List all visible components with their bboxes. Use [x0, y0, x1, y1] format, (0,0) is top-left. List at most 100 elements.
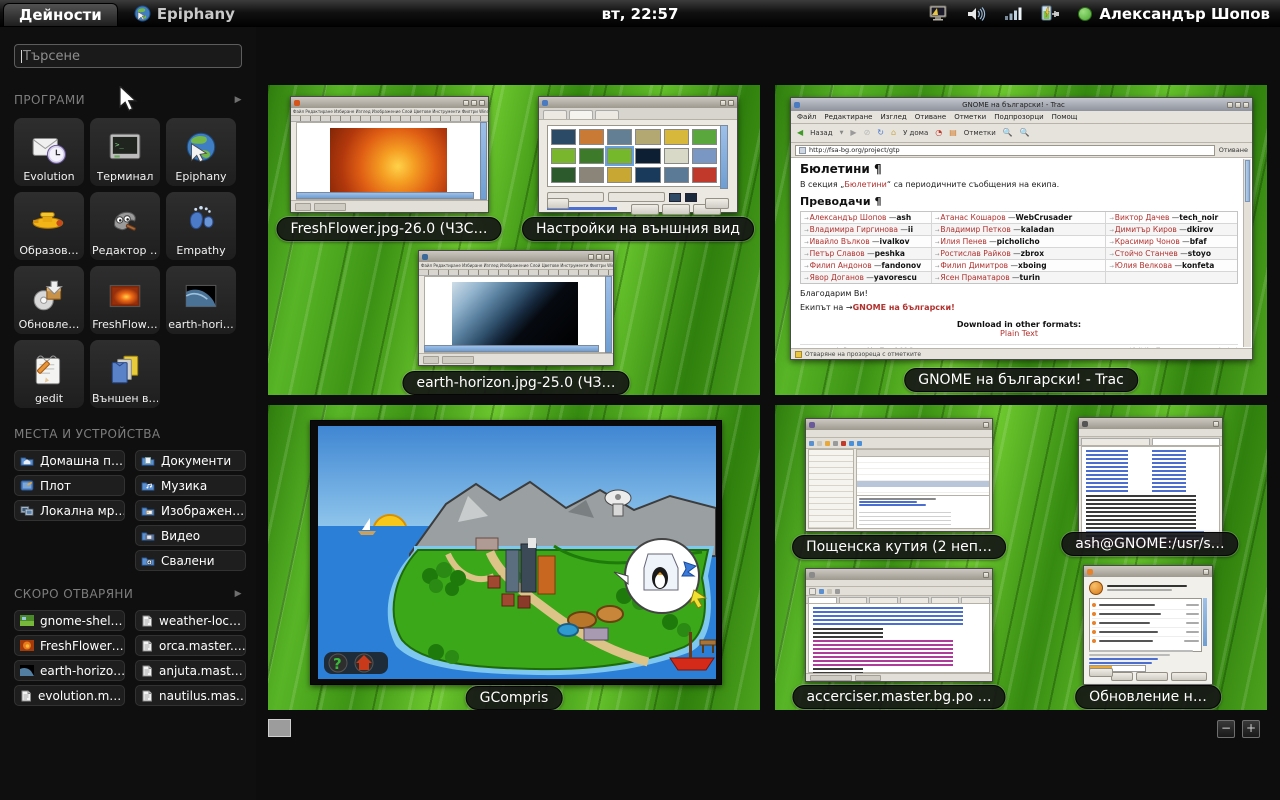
terminal-output[interactable]: [1081, 446, 1220, 544]
app-menu[interactable]: Epiphany: [134, 5, 235, 23]
window-trac-browser[interactable]: GNOME на български! - Trac Файл Редактир…: [790, 97, 1253, 360]
folder-tree[interactable]: [808, 449, 854, 529]
scrollbar[interactable]: [720, 125, 728, 189]
workspace-3[interactable]: ? GCompris: [268, 405, 760, 710]
place-item-pictures[interactable]: Изображен…: [135, 500, 246, 521]
window-gimp-earth[interactable]: Файл Редактиране Избиране Изглед Изображ…: [418, 250, 614, 366]
menu-item[interactable]: Отиване: [915, 113, 946, 121]
place-item-videos[interactable]: Видео: [135, 525, 246, 546]
minimize-button[interactable]: [720, 100, 726, 106]
display-icon[interactable]: [929, 5, 949, 22]
app-tile-gedit[interactable]: gedit: [14, 340, 84, 408]
translator-link[interactable]: Филип Андонов: [804, 261, 882, 270]
translator-link[interactable]: Ясен Праматаров: [935, 273, 1020, 282]
menu-item[interactable]: Редактиране: [824, 113, 872, 121]
window-gedit[interactable]: [805, 568, 993, 682]
close-button[interactable]: [604, 254, 610, 260]
bookmarks-button-label[interactable]: Отметки: [964, 129, 996, 137]
app-tile-freshflower[interactable]: FreshFlow…: [90, 266, 160, 334]
url-input[interactable]: http://fsa-bg.org/project/gtp: [795, 145, 1215, 156]
scrollbar[interactable]: [1243, 159, 1251, 347]
translator-link[interactable]: Явор Доганов: [804, 273, 874, 282]
place-item-network[interactable]: Локална мр…: [14, 500, 125, 521]
app-tile-appearance[interactable]: Външен в…: [90, 340, 160, 408]
place-item-home[interactable]: Домашна п…: [14, 450, 125, 471]
app-tile-earth[interactable]: earth-hori…: [166, 266, 236, 334]
add-workspace-button[interactable]: +: [1242, 720, 1260, 738]
scrollbar[interactable]: [605, 276, 612, 353]
minimize-button[interactable]: [588, 254, 594, 260]
close-button[interactable]: [479, 100, 485, 106]
recent-item[interactable]: gnome-shel…: [14, 610, 125, 631]
plain-text-link[interactable]: Plain Text: [800, 329, 1238, 338]
app-tile-empathy[interactable]: Empathy: [166, 192, 236, 260]
network-signal-icon[interactable]: [1004, 6, 1022, 21]
clock[interactable]: вт, 22:57: [602, 5, 679, 23]
place-item-documents[interactable]: Документи: [135, 450, 246, 471]
close-button[interactable]: [983, 422, 989, 428]
remove-workspace-button[interactable]: −: [1217, 720, 1235, 738]
activities-button[interactable]: Дейности: [3, 3, 118, 26]
window-gcompris[interactable]: ?: [310, 420, 722, 685]
zoom-in-icon[interactable]: 🔍: [1003, 129, 1013, 137]
volume-icon[interactable]: [967, 6, 986, 22]
place-item-music[interactable]: Музика: [135, 475, 246, 496]
back-button-label[interactable]: Назад: [810, 129, 832, 137]
button-stub[interactable]: [1089, 668, 1113, 677]
selected-message-row[interactable]: [857, 481, 989, 487]
tab-bar[interactable]: [539, 108, 737, 120]
minimize-button[interactable]: [463, 100, 469, 106]
menu-item[interactable]: Файл: [797, 113, 816, 121]
back-icon[interactable]: ◀: [797, 129, 803, 137]
menu-item[interactable]: Изглед: [880, 113, 906, 121]
terminal-tabs[interactable]: [1079, 437, 1222, 446]
scrollbar[interactable]: [296, 192, 474, 199]
translator-link[interactable]: Филип Димитров: [935, 261, 1018, 270]
minimize-button[interactable]: [1227, 102, 1233, 108]
search-input[interactable]: Търсене: [14, 44, 242, 68]
history-icon[interactable]: ◔: [935, 129, 942, 137]
bookmarks-icon[interactable]: ▤: [949, 129, 957, 137]
scrollbar[interactable]: [480, 122, 487, 200]
updates-list[interactable]: [1089, 598, 1202, 652]
app-tile-evolution[interactable]: Evolution: [14, 118, 84, 186]
app-tile-gimp[interactable]: Редактор …: [90, 192, 160, 260]
workspace-1[interactable]: Файл Редактиране Избиране Изглед Изображ…: [268, 85, 760, 395]
home-button-label[interactable]: У дома: [903, 129, 928, 137]
team-link[interactable]: GNOME на български!: [853, 303, 955, 312]
translator-link[interactable]: Ростислав Райков: [935, 249, 1021, 258]
go-button[interactable]: Отиване: [1219, 146, 1248, 154]
translator-link[interactable]: Петър Славов: [804, 249, 875, 258]
maximize-button[interactable]: [471, 100, 477, 106]
menu-item[interactable]: Отметки: [954, 113, 986, 121]
scrollbar[interactable]: [1203, 598, 1207, 646]
translator-link[interactable]: Илия Пенев: [935, 237, 997, 246]
translator-link[interactable]: Юлия Велкова: [1109, 261, 1182, 270]
translator-link[interactable]: Виктор Дачев: [1109, 213, 1179, 222]
close-button[interactable]: [1213, 421, 1219, 427]
button-stub[interactable]: [1111, 672, 1133, 681]
home-icon[interactable]: ⌂: [891, 129, 896, 137]
recent-item[interactable]: nautilus.mas…: [135, 685, 246, 706]
wallpaper-grid[interactable]: [547, 125, 721, 187]
workspace-4[interactable]: Пощенска кутия (2 неп… ash@GNOME:/usr/s…: [775, 405, 1267, 710]
recent-item[interactable]: FreshFlower…: [14, 635, 125, 656]
recent-item[interactable]: earth-horizo…: [14, 660, 125, 681]
translator-link[interactable]: Димитър Киров: [1109, 225, 1187, 234]
button-stub[interactable]: [1136, 672, 1168, 681]
close-button[interactable]: [728, 100, 734, 106]
workspace-indicator[interactable]: [268, 719, 291, 737]
app-tile-epiphany[interactable]: Epiphany: [166, 118, 236, 186]
forward-icon[interactable]: ▶: [850, 129, 856, 137]
battery-icon[interactable]: [1040, 5, 1060, 22]
recent-item[interactable]: weather-loc…: [135, 610, 246, 631]
translator-link[interactable]: Красимир Чонов: [1109, 237, 1190, 246]
translator-link[interactable]: Александър Шопов: [804, 213, 896, 222]
stop-icon[interactable]: ⊘: [864, 129, 871, 137]
app-tile-updater[interactable]: Обновле…: [14, 266, 84, 334]
close-button[interactable]: [1243, 102, 1249, 108]
menu-item[interactable]: Помощ: [1052, 113, 1078, 121]
gcompris-help-icon[interactable]: ?: [333, 655, 342, 673]
link-stub[interactable]: [1089, 658, 1158, 660]
app-tile-terminal[interactable]: >_ Терминал: [90, 118, 160, 186]
